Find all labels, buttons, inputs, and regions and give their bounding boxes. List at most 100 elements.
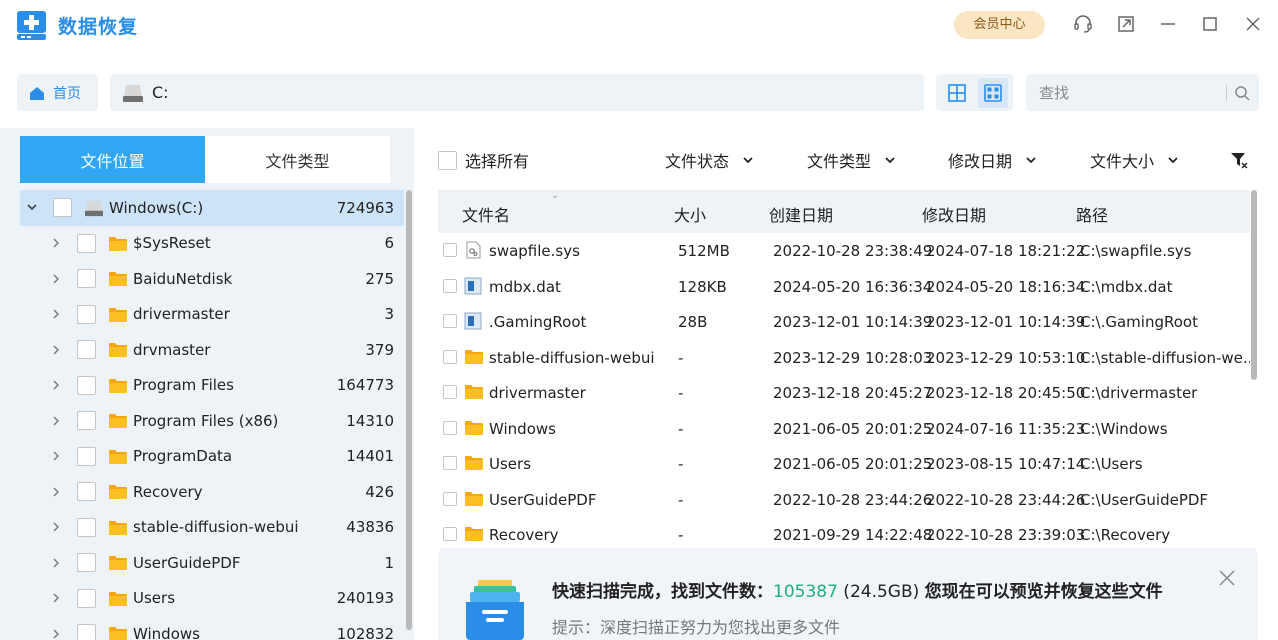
close-notice-icon[interactable] [1218, 569, 1236, 587]
chevron-right-icon[interactable] [49, 236, 63, 250]
vip-center-button[interactable]: 会员中心 [954, 11, 1045, 39]
col-modified-header[interactable]: 修改日期 [922, 202, 986, 226]
tree-item-label: BaiduNetdisk [133, 269, 233, 288]
notice-hint: 提示：深度扫描正努力为您找出更多文件 [552, 618, 841, 637]
tree-item-checkbox[interactable] [77, 340, 96, 360]
folder-tree: Windows(C:) 724963 $SysReset 6 BaiduNetd… [20, 190, 404, 640]
tree-item-checkbox[interactable] [77, 624, 96, 640]
chevron-right-icon[interactable] [49, 485, 63, 499]
chevron-right-icon[interactable] [49, 378, 63, 392]
tree-item[interactable]: stable-diffusion-webui 43836 [20, 510, 404, 546]
chevron-right-icon[interactable] [49, 520, 63, 534]
minimize-icon[interactable] [1156, 12, 1180, 36]
tree-item[interactable]: drvmaster 379 [20, 332, 404, 368]
row-checkbox[interactable] [443, 456, 457, 470]
cell-modified: 2022-10-28 23:39:03 [926, 526, 1086, 544]
col-name-header[interactable]: 文件名 [462, 202, 510, 226]
tree-item[interactable]: Program Files 164773 [20, 368, 404, 404]
tree-item[interactable]: drivermaster 3 [20, 297, 404, 333]
table-row[interactable]: drivermaster - 2023-12-18 20:45:27 2023-… [438, 375, 1250, 411]
chevron-right-icon[interactable] [49, 556, 63, 570]
tree-item-checkbox[interactable] [77, 482, 96, 502]
chevron-right-icon[interactable] [49, 343, 63, 357]
list-view-button[interactable] [977, 77, 1008, 108]
filter-funnel-icon[interactable] [1230, 151, 1248, 169]
filter-modified-date-label: 修改日期 [948, 152, 1013, 171]
tree-item[interactable]: UserGuidePDF 1 [20, 545, 404, 581]
row-checkbox[interactable] [443, 385, 457, 399]
col-size-header[interactable]: 大小 [674, 202, 706, 226]
table-row[interactable]: Users - 2021-06-05 20:01:25 2023-08-15 1… [438, 446, 1250, 482]
chevron-right-icon[interactable] [49, 449, 63, 463]
tree-item-checkbox[interactable] [77, 446, 96, 466]
tree-item-checkbox[interactable] [77, 375, 96, 395]
filter-file-status[interactable]: 文件状态 [665, 148, 753, 172]
filter-modified-date[interactable]: 修改日期 [948, 148, 1036, 172]
row-checkbox[interactable] [443, 527, 457, 541]
folder-icon [465, 349, 483, 364]
tree-item-checkbox[interactable] [77, 517, 96, 537]
tree-item-checkbox[interactable] [77, 411, 96, 431]
row-checkbox[interactable] [443, 420, 457, 435]
table-row[interactable]: Recovery - 2021-09-29 14:22:48 2022-10-2… [438, 517, 1250, 548]
folder-icon [109, 520, 127, 535]
row-checkbox[interactable] [443, 349, 457, 364]
chevron-right-icon[interactable] [49, 591, 63, 605]
tree-item[interactable]: $SysReset 6 [20, 226, 404, 262]
location-type-tabs: 文件位置 文件类型 [20, 136, 390, 183]
table-row[interactable]: swapfile.sys 512MB 2022-10-28 23:38:49 2… [438, 233, 1250, 269]
table-scrollbar[interactable] [1251, 190, 1257, 380]
table-row[interactable]: UserGuidePDF - 2022-10-28 23:44:26 2022-… [438, 482, 1250, 518]
filter-file-size[interactable]: 文件大小 [1090, 148, 1178, 172]
grid-view-button[interactable] [942, 78, 972, 108]
tree-item-checkbox[interactable] [77, 304, 96, 324]
tree-item-checkbox[interactable] [77, 588, 96, 608]
left-scrollbar[interactable] [406, 190, 412, 630]
tree-item-checkbox[interactable] [77, 269, 96, 289]
select-all-checkbox[interactable]: 选择所有 [438, 148, 529, 172]
tree-item[interactable]: Recovery 426 [20, 474, 404, 510]
tree-item[interactable]: ProgramData 14401 [20, 439, 404, 475]
tree-item[interactable]: Windows(C:) 724963 [20, 190, 404, 226]
search-input[interactable] [1026, 83, 1226, 102]
col-created-header[interactable]: 创建日期 [769, 202, 833, 226]
tree-item[interactable]: Users 240193 [20, 581, 404, 617]
table-row[interactable]: stable-diffusion-webui - 2023-12-29 10:2… [438, 340, 1250, 376]
path-bar[interactable]: C: [110, 74, 924, 111]
search-icon[interactable] [1227, 85, 1257, 101]
feedback-icon[interactable] [1114, 12, 1138, 36]
maximize-icon[interactable] [1198, 12, 1222, 36]
row-checkbox[interactable] [443, 491, 457, 506]
row-checkbox[interactable] [443, 243, 457, 257]
chevron-right-icon[interactable] [49, 627, 63, 640]
col-path-header[interactable]: 路径 [1076, 202, 1108, 226]
filter-file-type[interactable]: 文件类型 [807, 148, 895, 172]
close-icon[interactable] [1241, 12, 1265, 36]
tree-item-checkbox[interactable] [77, 553, 96, 573]
chevron-right-icon[interactable] [49, 272, 63, 286]
table-header: ⌄ 文件名 大小 创建日期 修改日期 路径 [438, 190, 1250, 233]
home-button[interactable]: 首页 [17, 74, 98, 111]
chevron-right-icon[interactable] [49, 307, 63, 321]
row-checkbox[interactable] [443, 314, 457, 328]
select-all-box[interactable] [438, 150, 457, 170]
chevron-down-icon[interactable] [25, 201, 39, 215]
tab-file-type[interactable]: 文件类型 [205, 136, 390, 183]
table-row[interactable]: mdbx.dat 128KB 2024-05-20 16:36:34 2024-… [438, 269, 1250, 305]
cell-modified: 2024-07-16 11:35:23 [926, 419, 1086, 438]
cell-name: Recovery [489, 526, 559, 544]
tree-item[interactable]: BaiduNetdisk 275 [20, 261, 404, 297]
tree-item-checkbox[interactable] [77, 233, 96, 253]
sort-caret-icon: ⌄ [551, 190, 560, 201]
tree-item-checkbox[interactable] [53, 198, 72, 218]
tab-file-location[interactable]: 文件位置 [20, 136, 205, 183]
table-row[interactable]: Windows - 2021-06-05 20:01:25 2024-07-16… [438, 411, 1250, 447]
tree-item[interactable]: Windows 102832 [20, 616, 404, 640]
support-headset-icon[interactable] [1071, 12, 1095, 36]
file-icon-wrap [464, 454, 483, 472]
data-file-icon [464, 277, 482, 294]
tree-item[interactable]: Program Files (x86) 14310 [20, 403, 404, 439]
table-row[interactable]: .GamingRoot 28B 2023-12-01 10:14:39 2023… [438, 304, 1250, 340]
row-checkbox[interactable] [443, 278, 457, 293]
chevron-right-icon[interactable] [49, 414, 63, 428]
